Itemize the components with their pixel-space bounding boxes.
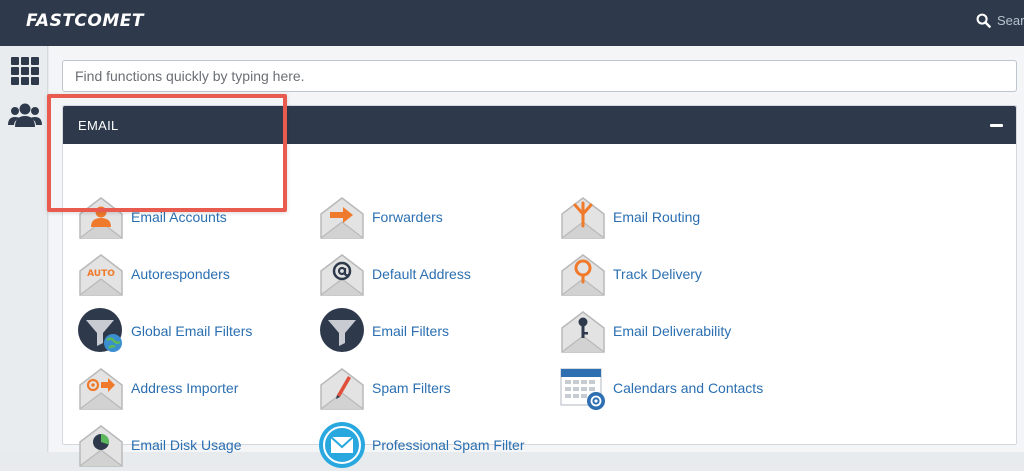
brand-logo[interactable]: FASTCOMET: [26, 11, 144, 31]
item-autoresponders[interactable]: AUTO Autoresponders: [76, 248, 230, 300]
forwarders-icon: [317, 192, 367, 242]
item-label: Email Disk Usage: [131, 437, 242, 453]
top-search[interactable]: Sear: [976, 13, 1024, 28]
calendars-contacts-icon: [558, 363, 608, 413]
global-email-filters-icon: [76, 306, 126, 356]
track-delivery-icon: [558, 249, 608, 299]
item-label: Email Routing: [613, 209, 701, 225]
collapse-button[interactable]: [988, 115, 1006, 135]
item-email-deliverability[interactable]: Email Deliverability: [558, 305, 731, 357]
left-rail: [0, 46, 48, 452]
auto-icon-text: AUTO: [87, 269, 115, 279]
users-icon: [8, 103, 42, 127]
email-disk-usage-icon: [76, 420, 126, 470]
panel-title: EMAIL: [78, 118, 119, 133]
rail-tools-button[interactable]: [8, 54, 42, 88]
spam-filters-icon: [317, 363, 367, 413]
professional-spam-filter-icon: [317, 420, 367, 470]
item-professional-spam-filter[interactable]: Professional Spam Filter: [317, 419, 525, 471]
item-email-filters[interactable]: Email Filters: [317, 305, 449, 357]
email-filters-icon: [317, 306, 367, 356]
item-label: Email Accounts: [131, 209, 227, 225]
item-label: Track Delivery: [613, 266, 702, 282]
email-panel: EMAIL Email Accounts Forwarders Email Ro…: [62, 105, 1017, 468]
item-label: Calendars and Contacts: [613, 380, 764, 396]
item-label: Email Deliverability: [613, 323, 732, 339]
autoresponders-icon: AUTO: [76, 249, 126, 299]
item-label: Global Email Filters: [131, 323, 253, 339]
address-importer-icon: [76, 363, 126, 413]
item-calendars-contacts[interactable]: Calendars and Contacts: [558, 362, 763, 414]
item-spam-filters[interactable]: Spam Filters: [317, 362, 451, 414]
quick-search-input[interactable]: [62, 60, 1017, 92]
default-address-icon: [317, 249, 367, 299]
item-forwarders[interactable]: Forwarders: [317, 191, 443, 243]
item-label: Default Address: [372, 266, 471, 282]
rail-users-button[interactable]: [8, 98, 42, 132]
item-default-address[interactable]: Default Address: [317, 248, 471, 300]
item-email-routing[interactable]: Email Routing: [558, 191, 700, 243]
item-label: Email Filters: [372, 323, 450, 339]
item-label: Address Importer: [131, 380, 239, 396]
top-search-label[interactable]: Sear: [997, 13, 1024, 28]
item-label: Autoresponders: [131, 266, 230, 282]
grid-icon: [11, 57, 39, 85]
item-track-delivery[interactable]: Track Delivery: [558, 248, 702, 300]
email-routing-icon: [558, 192, 608, 242]
top-bar: FASTCOMET Sear: [0, 0, 1024, 46]
email-panel-header[interactable]: EMAIL: [63, 106, 1016, 144]
main-content: EMAIL Email Accounts: [49, 46, 1024, 468]
item-label: Forwarders: [372, 209, 443, 225]
item-address-importer[interactable]: Address Importer: [76, 362, 238, 414]
email-deliverability-icon: [558, 306, 608, 356]
item-email-accounts[interactable]: Email Accounts: [76, 191, 227, 243]
search-icon[interactable]: [976, 13, 991, 28]
item-email-disk-usage[interactable]: Email Disk Usage: [76, 419, 241, 471]
item-label: Professional Spam Filter: [372, 437, 525, 453]
item-label: Spam Filters: [372, 380, 451, 396]
item-global-email-filters[interactable]: Global Email Filters: [76, 305, 252, 357]
email-accounts-icon: [76, 192, 126, 242]
